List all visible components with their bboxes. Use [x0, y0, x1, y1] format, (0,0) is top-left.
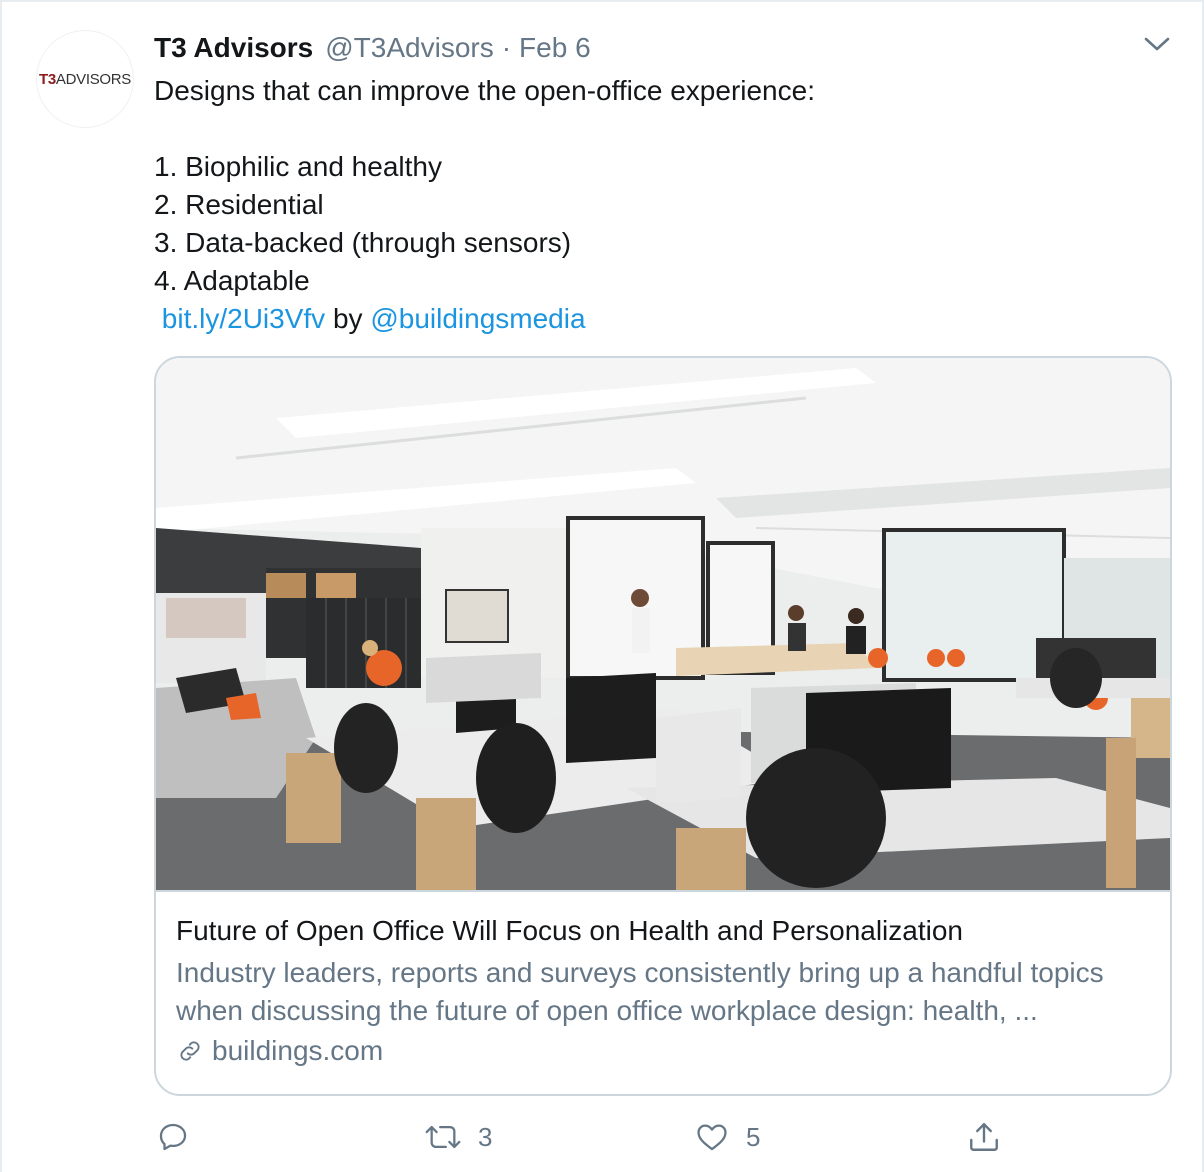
- card-description-line: Industry leaders, reports and surveys co…: [176, 957, 1104, 988]
- retweet-button[interactable]: 3: [424, 1112, 492, 1162]
- avatar-logo: T3ADVISORS: [38, 70, 132, 88]
- tweet-link-line: bit.ly/2Ui3Vfv by @buildingsmedia: [154, 300, 1164, 338]
- share-button[interactable]: [966, 1112, 1002, 1162]
- card-title: Future of Open Office Will Focus on Heal…: [176, 915, 963, 946]
- heart-icon: [697, 1124, 727, 1151]
- tweet-text-line: 2. Residential: [154, 189, 324, 220]
- card-domain: buildings.com: [176, 1032, 1156, 1070]
- author-name[interactable]: T3 Advisors: [154, 32, 313, 64]
- retweet-count: 3: [478, 1121, 493, 1152]
- tweet[interactable]: T3ADVISORS T3 Advisors @T3Advisors · Feb…: [0, 0, 1204, 1172]
- chevron-down-icon[interactable]: [1142, 32, 1172, 56]
- tweet-date[interactable]: Feb 6: [519, 32, 591, 64]
- card-description-line: when discussing the future of open offic…: [176, 995, 1038, 1026]
- card-image[interactable]: [156, 358, 1170, 892]
- tweet-text: Designs that can improve the open-office…: [154, 72, 1164, 338]
- reply-button[interactable]: [156, 1112, 190, 1162]
- share-icon: [970, 1123, 998, 1151]
- card-domain-text: buildings.com: [212, 1035, 384, 1066]
- author-handle[interactable]: @T3Advisors: [325, 32, 493, 64]
- card-body: Future of Open Office Will Focus on Heal…: [176, 912, 1156, 1070]
- short-link[interactable]: bit.ly/2Ui3Vfv: [162, 303, 325, 334]
- tweet-text-line: Designs that can improve the open-office…: [154, 75, 815, 106]
- link-icon: [180, 1041, 200, 1061]
- tweet-text-line: 4. Adaptable: [154, 265, 310, 296]
- tweet-text-line: 1. Biophilic and healthy: [154, 151, 442, 182]
- card-description: Industry leaders, reports and surveys co…: [176, 954, 1156, 1030]
- reply-icon: [159, 1123, 187, 1151]
- retweet-icon: [425, 1125, 461, 1149]
- link-card[interactable]: Future of Open Office Will Focus on Heal…: [154, 356, 1172, 1096]
- like-count: 5: [746, 1121, 761, 1152]
- separator: ·: [501, 32, 512, 63]
- tweet-header: T3 Advisors @T3Advisors · Feb 6: [154, 32, 591, 66]
- tweet-actions: 3 5: [2, 1112, 1204, 1162]
- tweet-text-line: 3. Data-backed (through sensors): [154, 227, 572, 258]
- mention-link[interactable]: @buildingsmedia: [370, 303, 585, 334]
- by-text: by: [332, 303, 363, 334]
- like-button[interactable]: 5: [694, 1112, 760, 1162]
- avatar[interactable]: T3ADVISORS: [36, 30, 134, 128]
